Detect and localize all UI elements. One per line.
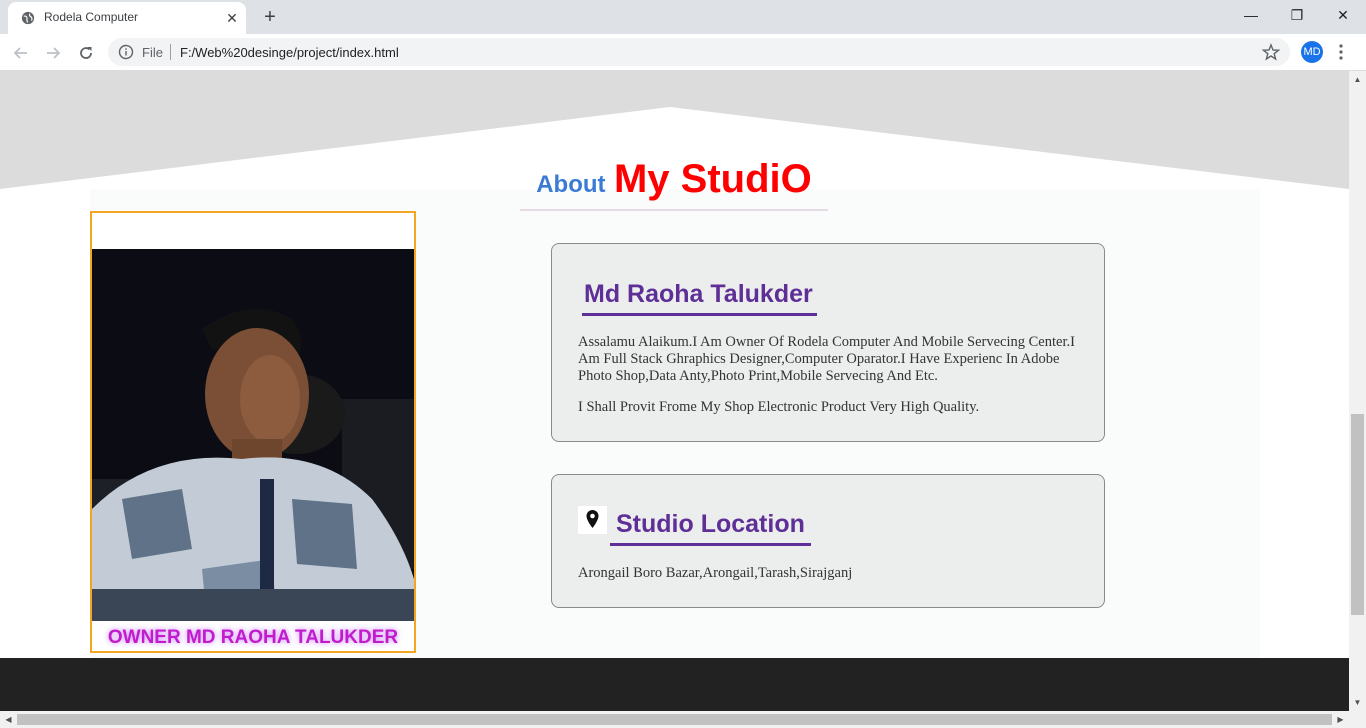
scroll-up-arrow-icon[interactable]: ▲ xyxy=(1349,71,1366,88)
location-card-title: Studio Location xyxy=(610,510,811,546)
address-url[interactable]: F:/Web%20desinge/project/index.html xyxy=(180,45,399,60)
browser-tab[interactable]: Rodela Computer ✕ xyxy=(8,2,246,34)
back-arrow-icon xyxy=(13,47,27,59)
forward-button[interactable] xyxy=(41,41,65,65)
scroll-left-arrow-icon[interactable]: ◀ xyxy=(0,711,17,728)
scroll-down-arrow-icon[interactable]: ▼ xyxy=(1349,694,1366,711)
about-heading: About My StudiO xyxy=(520,157,828,211)
info-icon[interactable] xyxy=(118,44,134,60)
owner-card-title: Md Raoha Talukder xyxy=(582,280,817,316)
horizontal-scroll-thumb[interactable] xyxy=(17,714,1332,725)
owner-card-paragraph-1: Assalamu Alaikum.I Am Owner Of Rodela Co… xyxy=(578,334,1075,384)
reload-icon xyxy=(80,47,92,59)
menu-icon[interactable] xyxy=(1335,43,1347,61)
browser-titlebar: Rodela Computer ✕ + — ❐ ✕ xyxy=(0,0,1366,34)
owner-caption: OWNER MD RAOHA TALUKDER xyxy=(107,627,399,648)
owner-card: Md Raoha Talukder Assalamu Alaikum.I Am … xyxy=(551,243,1105,442)
minimize-button[interactable]: — xyxy=(1228,0,1274,30)
heading-about-text: About xyxy=(536,171,606,198)
owner-photo xyxy=(92,249,414,621)
vertical-scrollbar[interactable]: ▲ ▼ xyxy=(1349,71,1366,711)
reload-button[interactable] xyxy=(74,41,98,65)
page-footer xyxy=(0,658,1349,711)
close-window-button[interactable]: ✕ xyxy=(1320,0,1366,30)
forward-arrow-icon xyxy=(47,47,61,59)
location-address: Arongail Boro Bazar,Arongail,Tarash,Sira… xyxy=(578,565,853,581)
tab-close-icon[interactable]: ✕ xyxy=(222,8,242,28)
browser-toolbar: File F:/Web%20desinge/project/index.html… xyxy=(0,34,1366,71)
vertical-scroll-thumb[interactable] xyxy=(1351,414,1364,615)
owner-card-paragraph-2: I Shall Provit Frome My Shop Electronic … xyxy=(578,399,980,415)
heading-studio-text: My StudiO xyxy=(613,157,812,201)
location-card: Studio Location Arongail Boro Bazar,Aron… xyxy=(551,474,1105,608)
profile-avatar[interactable]: MD xyxy=(1301,41,1323,63)
page-viewport: About My StudiO OWNER MD RAOHA TALUKDER … xyxy=(0,71,1349,711)
globe-icon xyxy=(21,11,35,25)
scroll-right-arrow-icon[interactable]: ▶ xyxy=(1332,711,1349,728)
star-icon[interactable] xyxy=(1262,43,1280,61)
address-scheme-label: File xyxy=(142,45,163,60)
map-pin-icon xyxy=(578,506,607,534)
horizontal-scrollbar[interactable]: ◀ ▶ xyxy=(0,711,1366,728)
address-bar[interactable]: File F:/Web%20desinge/project/index.html xyxy=(108,38,1290,66)
owner-photo-frame: OWNER MD RAOHA TALUKDER xyxy=(90,211,416,653)
back-button[interactable] xyxy=(9,41,33,65)
new-tab-plus-icon[interactable]: + xyxy=(258,5,282,29)
address-separator xyxy=(170,44,171,60)
maximize-button[interactable]: ❐ xyxy=(1274,0,1320,30)
tab-title: Rodela Computer xyxy=(44,10,139,24)
